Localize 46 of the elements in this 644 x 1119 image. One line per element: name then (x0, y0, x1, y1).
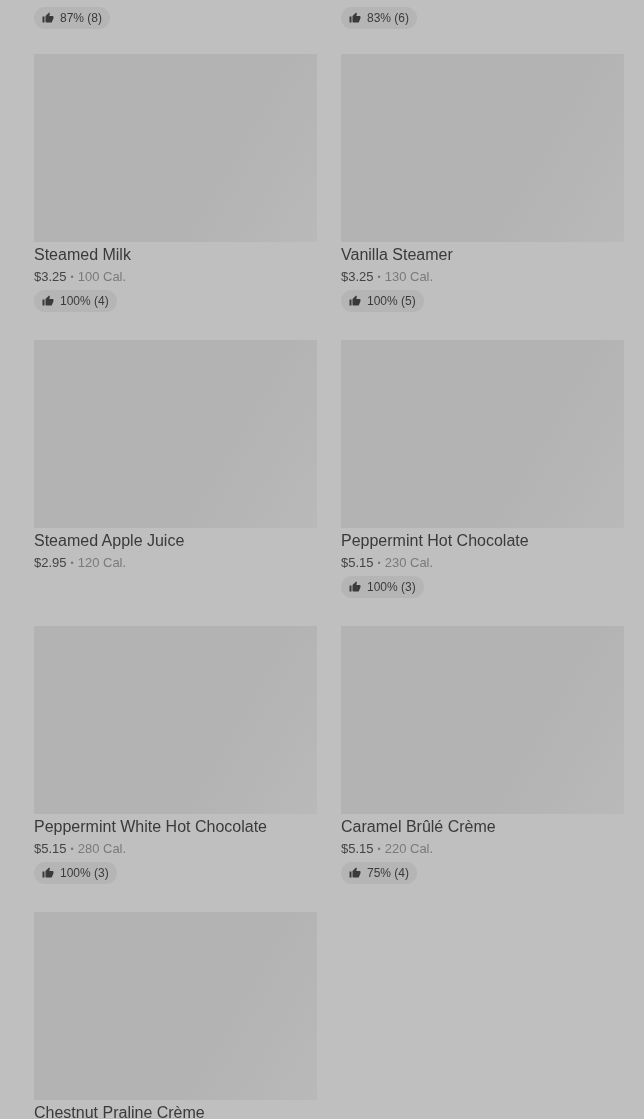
item-calories: 100 Cal. (77, 268, 127, 286)
separator-dot: • (377, 557, 381, 570)
separator-dot: • (70, 843, 74, 856)
menu-item-card[interactable]: Steamed Apple Juice $2.95 • 120 Cal. (34, 340, 317, 602)
item-name: Peppermint White Hot Chocolate (34, 817, 268, 837)
item-price: $5.15 (341, 840, 374, 858)
item-name: Chestnut Praline Crème (34, 1103, 206, 1119)
rating-badge: 100% (5) (341, 290, 424, 312)
item-name: Peppermint Hot Chocolate (341, 531, 530, 551)
item-price: $2.95 (34, 554, 67, 572)
thumbs-up-icon (42, 12, 54, 24)
thumbs-up-icon (349, 295, 361, 307)
item-price: $3.25 (341, 268, 374, 286)
item-calories: 220 Cal. (384, 840, 434, 858)
rating-badge: 100% (3) (34, 862, 117, 884)
item-name: Caramel Brûlé Crème (341, 817, 497, 837)
menu-item-card[interactable]: Vanilla Steamer $3.25 • 130 Cal. 100% (5) (341, 54, 624, 316)
item-price: $5.15 (341, 554, 374, 572)
rating-badge: 100% (4) (34, 290, 117, 312)
item-price: $3.25 (34, 268, 67, 286)
separator-dot: • (70, 557, 74, 570)
item-name: Vanilla Steamer (341, 245, 454, 265)
menu-item-card[interactable]: Peppermint White Hot Chocolate $5.15 • 280 Cal. 100% (3) (34, 626, 317, 888)
menu-item-card[interactable]: Peppermint Hot Chocolate $5.15 • 230 Cal. 100% (3) (341, 340, 624, 602)
item-calories: 280 Cal. (77, 840, 127, 858)
thumbs-up-icon (42, 295, 54, 307)
rating-badge: 75% (4) (341, 862, 418, 884)
item-name: Steamed Milk (34, 245, 132, 265)
thumbs-up-icon (349, 12, 361, 24)
thumbs-up-icon (349, 581, 361, 593)
item-calories: 230 Cal. (384, 554, 434, 572)
separator-dot: • (377, 271, 381, 284)
separator-dot: • (70, 271, 74, 284)
menu-item-card[interactable]: Steamed Milk $3.25 • 100 Cal. 100% (4) (34, 54, 317, 316)
item-calories: 120 Cal. (77, 554, 127, 572)
rating-badge: 87% (8) (34, 7, 111, 29)
thumbs-up-icon (42, 867, 54, 879)
item-name: Steamed Apple Juice (34, 531, 186, 551)
thumbs-up-icon (349, 867, 361, 879)
menu-item-card[interactable]: Chestnut Praline Crème (34, 912, 317, 1119)
item-price: $5.15 (34, 840, 67, 858)
rating-badge: 83% (6) (341, 7, 418, 29)
menu-item-card[interactable]: Caramel Brûlé Crème $5.15 • 220 Cal. 75% (4) (341, 626, 624, 888)
rating-badge: 100% (3) (341, 576, 424, 598)
item-calories: 130 Cal. (384, 268, 434, 286)
separator-dot: • (377, 843, 381, 856)
